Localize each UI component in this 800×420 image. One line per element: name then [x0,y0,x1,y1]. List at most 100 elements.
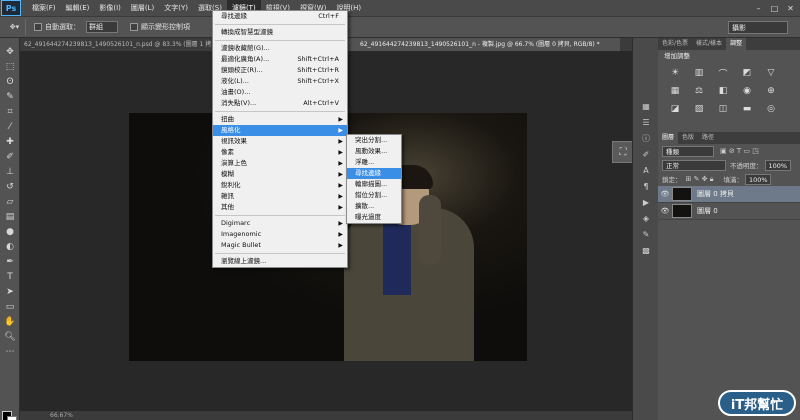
layer-row[interactable]: 👁︎ 圖層 0 拷貝 [658,186,800,203]
dodge-tool-icon[interactable]: ◐ [0,239,20,254]
maximize-icon[interactable]: □ [768,2,781,14]
menu-option[interactable]: Magic Bullet ▶ [213,240,347,251]
history-brush-icon[interactable]: ↺ [0,179,20,194]
hue-saturation-icon[interactable]: ▦ [666,84,684,98]
menu-option[interactable]: 錯位分割... [347,190,401,201]
eyedropper-tool-icon[interactable]: ⁄ [0,119,20,134]
menu-option[interactable]: 輪廓描圖... [347,179,401,190]
menu-item[interactable]: 文字(Y) [159,0,193,17]
selective-color-icon[interactable]: ◎ [762,102,780,116]
info-panel-icon[interactable]: ⓘ [633,130,659,146]
brush-panel-icon[interactable]: ✐ [633,146,659,162]
show-transform-checkbox[interactable] [130,23,138,31]
character-panel-icon[interactable]: A [633,162,659,178]
menu-option[interactable]: 浮雕... [347,157,401,168]
tab-styles[interactable]: 樣式/樣本 [692,38,726,50]
minimize-icon[interactable]: – [752,2,765,14]
opacity-field[interactable]: 100% [764,159,791,171]
layer-row[interactable]: 👁︎ 圖層 0 [658,203,800,220]
menu-item[interactable]: 影像(I) [94,0,126,17]
menu-option[interactable]: 濾鏡收藏館(G)... [213,43,347,54]
menu-option[interactable]: 視訊效果 ▶ [213,136,347,147]
menu-option[interactable]: Imagenomic ▶ [213,229,347,240]
posterize-icon[interactable]: ▨ [690,102,708,116]
swatches-panel-icon[interactable]: ▩ [633,242,659,258]
menu-option[interactable]: 尋找邊緣 [347,168,401,179]
menu-option[interactable]: 銳利化 ▶ [213,180,347,191]
path-select-icon[interactable]: ➤ [0,284,20,299]
blend-mode-dropdown[interactable]: 正常 [662,159,726,171]
type-tool-icon[interactable]: T [0,269,20,284]
vibrance-icon[interactable]: ▽ [762,66,780,80]
lasso-tool-icon[interactable]: ʘ [0,74,20,89]
menu-option[interactable]: 瀏覽線上濾鏡... [213,256,347,267]
color-balance-icon[interactable]: ⚖ [690,84,708,98]
tab-channels[interactable]: 色版 [678,132,698,144]
brightness-icon[interactable]: ☀ [666,66,684,80]
blur-tool-icon[interactable]: ● [0,224,20,239]
move-tool-icon[interactable]: ✥▾ [4,19,26,35]
healing-brush-icon[interactable]: ✚ [0,134,20,149]
gradient-map-icon[interactable]: ▬ [738,102,756,116]
menu-option[interactable]: Digimarc ▶ [213,218,347,229]
menu-item[interactable]: 圖層(L) [126,0,159,17]
menu-item[interactable]: 檔案(F) [27,0,61,17]
move-tool-icon[interactable]: ✥ [0,44,20,59]
background-color-swatch[interactable] [7,416,17,420]
crop-tool-icon[interactable]: ⌗ [0,104,20,119]
quick-select-tool-icon[interactable]: ✎ [0,89,20,104]
photo-filter-icon[interactable]: ◉ [738,84,756,98]
menu-option[interactable]: 其他 ▶ [213,202,347,213]
tab-color[interactable]: 色彩/色票 [658,38,692,50]
extra-tool-icon[interactable]: ⋯ [0,344,20,359]
visibility-eye-icon[interactable]: 👁︎ [658,207,672,215]
tab-adjustments[interactable]: 調整 [726,38,747,50]
menu-option[interactable]: 尋找邊緣 Ctrl+F [213,11,347,22]
gradient-tool-icon[interactable]: ▤ [0,209,20,224]
channel-mixer-icon[interactable]: ⊕ [762,84,780,98]
menu-option[interactable]: 模糊 ▶ [213,169,347,180]
hand-tool-icon[interactable]: ✋ [0,314,20,329]
marquee-tool-icon[interactable]: ⬚ [0,59,20,74]
layer-filter-icons[interactable]: ▣ ⊘ T ▭ ◳ [720,147,759,155]
menu-option[interactable]: 消失點(V)... Alt+Ctrl+V [213,98,347,109]
pen-tool-icon[interactable]: ✒ [0,254,20,269]
invert-icon[interactable]: ◪ [666,102,684,116]
curves-icon[interactable]: ⌒ [714,66,732,80]
menu-option[interactable]: 扭曲 ▶ [213,114,347,125]
paragraph-panel-icon[interactable]: ¶ [633,178,659,194]
menu-option[interactable]: 曝光過度 [347,212,401,223]
menu-option[interactable]: 風格化 ▶ [213,125,347,136]
tab-paths[interactable]: 路徑 [698,132,718,144]
levels-icon[interactable]: ▥ [690,66,708,80]
exposure-icon[interactable]: ◩ [738,66,756,80]
menu-option[interactable]: 擴散... [347,201,401,212]
actions-panel-icon[interactable]: ▶ [633,194,659,210]
menu-option[interactable]: 風動效果... [347,146,401,157]
clone-stamp-icon[interactable]: ⊥ [0,164,20,179]
paths-panel-icon[interactable]: ✎ [633,226,659,242]
visibility-eye-icon[interactable]: 👁︎ [658,190,672,198]
navigator-icon[interactable]: ⛶ [612,141,634,163]
menu-option[interactable]: 像素 ▶ [213,147,347,158]
threshold-icon[interactable]: ◫ [714,102,732,116]
channels-panel-icon[interactable]: ◈ [633,210,659,226]
menu-option[interactable]: 液化(L)... Shift+Ctrl+X [213,76,347,87]
menu-item[interactable]: 編輯(E) [61,0,95,17]
close-icon[interactable]: ✕ [784,2,797,14]
menu-option[interactable]: 雜訊 ▶ [213,191,347,202]
brush-tool-icon[interactable]: ✐ [0,149,20,164]
menu-option[interactable]: 轉換成智慧型濾鏡 [213,27,347,38]
shape-tool-icon[interactable]: ▭ [0,299,20,314]
tab-layers[interactable]: 圖層 [658,132,679,144]
auto-select-dropdown[interactable]: 群組 [86,21,118,33]
menu-option[interactable]: 油畫(O)... [213,87,347,98]
eraser-tool-icon[interactable]: ▱ [0,194,20,209]
fill-field[interactable]: 100% [745,173,771,185]
tab-document-1[interactable]: 62_491644274239813_1490526101_n.psd @ 83… [20,38,220,51]
menu-option[interactable]: 演算上色 ▶ [213,158,347,169]
workspace-dropdown[interactable]: 攝影 [728,21,788,34]
zoom-tool-icon[interactable]: 🔍︎ [0,329,20,344]
lock-icons[interactable]: ⊞ ✎ ✥ 🔒︎ [686,175,714,184]
black-white-icon[interactable]: ◧ [714,84,732,98]
